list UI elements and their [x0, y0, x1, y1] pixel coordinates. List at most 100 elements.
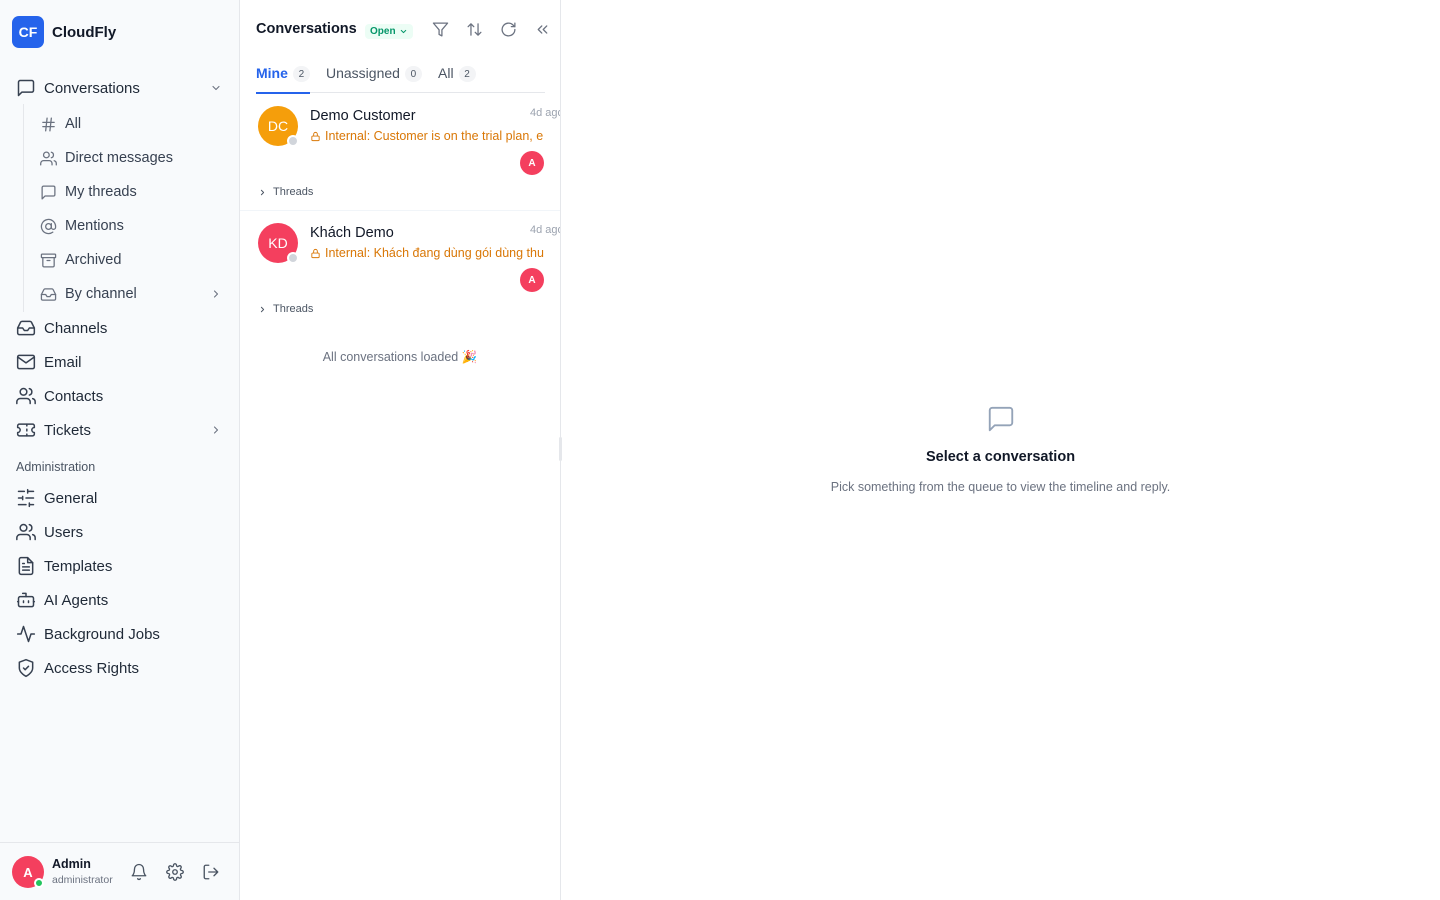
sidebar-item-all[interactable]: All: [32, 109, 232, 139]
tab-label: Mine: [256, 65, 288, 81]
filter-icon[interactable]: [432, 21, 449, 38]
nav-item-label: General: [44, 489, 98, 507]
nav-item-label: Templates: [44, 557, 113, 575]
sidebar-item-my-threads[interactable]: My threads: [32, 177, 232, 207]
archive-icon: [40, 252, 57, 268]
sidebar-item-tickets[interactable]: Tickets: [8, 415, 232, 445]
list-end-message: All conversations loaded 🎉: [322, 350, 478, 364]
sidebar-item-users[interactable]: Users: [8, 517, 232, 547]
contact-status-dot: [287, 252, 299, 264]
sidebar-item-general[interactable]: General: [8, 483, 232, 513]
nav-item-conversations[interactable]: Conversations: [8, 73, 232, 103]
tab-mine[interactable]: Mine 2: [256, 60, 310, 94]
inbox-icon: [16, 320, 36, 336]
sidebar-item-by-channel[interactable]: By channel: [32, 279, 232, 309]
nav-item-label: Access Rights: [44, 659, 140, 677]
nav-item-label: Tickets: [44, 421, 91, 439]
nav-item-label: Email: [44, 353, 82, 371]
collapse-panel-icon[interactable]: [534, 21, 551, 38]
tab-count-badge: 0: [404, 66, 422, 82]
sidebar-item-label: All: [65, 116, 82, 132]
users-icon: [16, 387, 36, 405]
conversation-preview: Internal: Customer is on the trial plan,…: [310, 129, 545, 143]
activity-icon: [16, 625, 36, 643]
refresh-icon[interactable]: [500, 21, 517, 38]
sidebar-item-direct-messages[interactable]: Direct messages: [32, 143, 232, 173]
panel-title: Conversations: [256, 21, 357, 37]
tab-count-badge: 2: [292, 66, 310, 82]
sidebar-item-label: Archived: [65, 252, 122, 268]
shield-icon: [18, 658, 34, 678]
sidebar-item-archived[interactable]: Archived: [32, 245, 232, 275]
sidebar-item-mentions[interactable]: Mentions: [32, 211, 232, 241]
chevron-down-icon: [400, 29, 406, 34]
tab-unassigned[interactable]: Unassigned 0: [326, 60, 422, 93]
chevron-right-icon: [213, 426, 219, 434]
sort-icon[interactable]: [466, 21, 483, 38]
threads-toggle[interactable]: Threads: [258, 303, 313, 315]
logout-icon[interactable]: [202, 863, 220, 881]
message-square-icon: [17, 79, 35, 97]
preview-text: Internal: Khách đang dùng gói dùng thu: [325, 246, 544, 260]
hash-icon: [42, 116, 55, 132]
contact-status-dot: [287, 135, 299, 147]
file-text-icon: [18, 556, 34, 576]
bell-icon[interactable]: [130, 863, 148, 881]
conversation-list-panel: Conversations Open Mine 2 Unassigned 0 A…: [240, 0, 561, 900]
message-square-icon: [988, 406, 1014, 432]
preview-text: Internal: Customer is on the trial plan,…: [325, 129, 544, 143]
mail-icon: [16, 354, 36, 370]
chevron-right-icon: [260, 189, 265, 195]
brand-name: CloudFly: [52, 23, 117, 41]
assignee-avatar: A: [520, 268, 544, 292]
nav-item-label: Background Jobs: [44, 625, 160, 643]
submenu-guide-line: [23, 104, 24, 312]
brand-logo: CF: [12, 16, 44, 48]
sidebar-item-email[interactable]: Email: [8, 347, 232, 377]
tab-label: All: [438, 65, 454, 81]
lock-icon: [311, 131, 320, 141]
nav-item-label: AI Agents: [44, 591, 109, 609]
sidebar-item-label: By channel: [65, 286, 137, 302]
gear-icon[interactable]: [166, 863, 184, 881]
admin-section-label: Administration: [16, 460, 96, 474]
at-sign-icon: [40, 218, 57, 234]
tab-count-badge: 2: [458, 66, 476, 82]
nav-item-label: Conversations: [44, 79, 140, 97]
contact-name: Khách Demo: [310, 225, 394, 241]
users-icon: [40, 150, 57, 166]
sidebar-item-background-jobs[interactable]: Background Jobs: [8, 619, 232, 649]
sliders-icon: [17, 488, 35, 508]
conversation-preview: Internal: Khách đang dùng gói dùng thu: [310, 246, 545, 260]
user-name: Admin: [52, 857, 91, 871]
sidebar-item-templates[interactable]: Templates: [8, 551, 232, 581]
online-status-dot: [34, 878, 44, 888]
sidebar-item-access-rights[interactable]: Access Rights: [8, 653, 232, 683]
sidebar-item-contacts[interactable]: Contacts: [8, 381, 232, 411]
threads-label: Threads: [273, 186, 314, 198]
empty-state-subtitle: Pick something from the queue to view th…: [830, 480, 1171, 494]
sidebar-item-label: Direct messages: [65, 150, 173, 166]
threads-toggle[interactable]: Threads: [258, 186, 313, 198]
brand[interactable]: CF CloudFly: [12, 16, 116, 48]
sidebar: CF CloudFly Conversations All Direct mes…: [0, 0, 240, 900]
sidebar-item-ai-agents[interactable]: AI Agents: [8, 585, 232, 615]
tab-label: Unassigned: [326, 65, 400, 81]
sidebar-item-channels[interactable]: Channels: [8, 313, 232, 343]
sidebar-item-label: Mentions: [65, 218, 124, 234]
lock-icon: [311, 248, 320, 258]
conversation-item[interactable]: DC Demo Customer 4d ago Internal: Custom…: [240, 94, 560, 211]
chevron-right-icon: [260, 306, 265, 312]
bot-icon: [16, 592, 36, 608]
chevron-down-icon: [212, 85, 220, 91]
conversation-time: 4d ago: [530, 107, 560, 119]
conversation-tabs: Mine 2 Unassigned 0 All 2: [256, 60, 545, 94]
tab-all[interactable]: All 2: [438, 60, 476, 93]
nav-item-label: Channels: [44, 319, 108, 337]
inbox-icon: [40, 287, 57, 301]
users-icon: [16, 523, 36, 541]
conversation-time: 4d ago: [530, 224, 560, 236]
status-filter-dropdown[interactable]: Open: [365, 24, 413, 39]
conversation-item[interactable]: KD Khách Demo 4d ago Internal: Khách đan…: [240, 211, 560, 328]
nav-item-label: Users: [44, 523, 84, 541]
